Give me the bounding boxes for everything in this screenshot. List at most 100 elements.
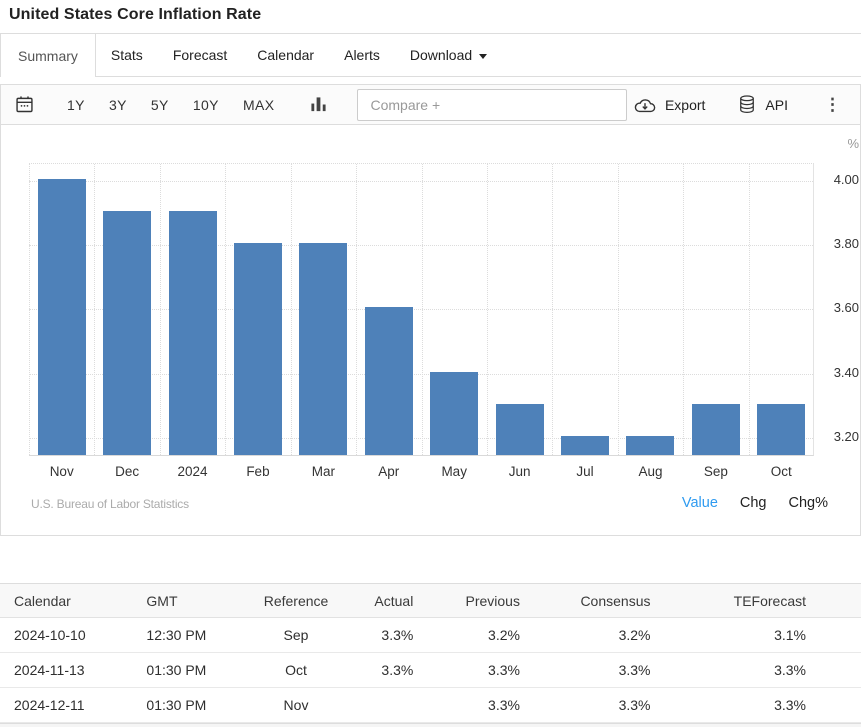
range-button-1y[interactable]: 1Y: [67, 97, 85, 113]
range-button-max[interactable]: MAX: [243, 97, 275, 113]
table-cell: 3.3%: [665, 688, 861, 723]
x-axis-label: Oct: [749, 464, 814, 480]
calendar-table-body: 2024-10-1012:30 PMSep3.3%3.2%3.2%3.1%202…: [0, 618, 861, 723]
calendar-header-row: CalendarGMTReferenceActualPreviousConsen…: [0, 584, 861, 618]
header-cell-teforecast: TEForecast: [665, 584, 861, 618]
next-section-band: [0, 723, 861, 727]
header-cell-calendar: Calendar: [0, 584, 131, 618]
bar-dec[interactable]: [103, 211, 151, 455]
header-cell-actual: Actual: [346, 584, 429, 618]
y-axis-tick-label: 3.20: [819, 429, 859, 445]
calendar-table: CalendarGMTReferenceActualPreviousConsen…: [0, 583, 861, 723]
table-cell: 3.2%: [535, 618, 666, 653]
tab-label: Alerts: [344, 47, 380, 63]
chart-region: % U.S. Bureau of Labor Statistics Value C…: [1, 125, 860, 535]
range-button-5y[interactable]: 5Y: [151, 97, 169, 113]
x-axis-label: 2024: [160, 464, 225, 480]
header-cell-previous: Previous: [428, 584, 535, 618]
table-cell: 3.3%: [665, 653, 861, 688]
tab-label: Calendar: [257, 47, 314, 63]
bar-jul[interactable]: [561, 436, 609, 455]
series-link-chgpct[interactable]: Chg%: [789, 495, 829, 511]
export-label: Export: [665, 97, 705, 113]
tab-download[interactable]: Download: [395, 34, 502, 76]
range-button-3y[interactable]: 3Y: [109, 97, 127, 113]
table-cell: 2024-11-13: [0, 653, 131, 688]
plot-area: [29, 163, 814, 456]
bar-apr[interactable]: [365, 307, 413, 455]
table-cell: 12:30 PM: [131, 618, 246, 653]
table-cell: Sep: [246, 618, 345, 653]
table-cell: 01:30 PM: [131, 688, 246, 723]
table-cell: 3.2%: [428, 618, 535, 653]
page-title: United States Core Inflation Rate: [9, 6, 852, 24]
series-link-chg[interactable]: Chg: [740, 495, 767, 511]
compare-input[interactable]: [357, 89, 627, 121]
x-axis-label: Dec: [94, 464, 159, 480]
tab-alerts[interactable]: Alerts: [329, 34, 395, 76]
bar-feb[interactable]: [234, 243, 282, 455]
export-button[interactable]: Export: [633, 95, 705, 115]
header-cell-reference: Reference: [246, 584, 345, 618]
x-axis-label: Jun: [487, 464, 552, 480]
table-cell: 3.3%: [428, 653, 535, 688]
range-button-10y[interactable]: 10Y: [193, 97, 219, 113]
x-axis-label: Nov: [29, 464, 94, 480]
tab-calendar[interactable]: Calendar: [242, 34, 329, 76]
caret-down-icon: [479, 54, 487, 59]
table-cell: 3.3%: [346, 618, 429, 653]
export-cloud-icon: [633, 95, 657, 115]
table-cell: 3.3%: [535, 653, 666, 688]
bar-may[interactable]: [430, 372, 478, 455]
tab-stats[interactable]: Stats: [96, 34, 158, 76]
table-cell: Oct: [246, 653, 345, 688]
bar-mar[interactable]: [299, 243, 347, 455]
bar-aug[interactable]: [626, 436, 674, 455]
range-buttons: 1Y 3Y 5Y 10Y MAX: [67, 97, 274, 113]
header-cell-consensus: Consensus: [535, 584, 666, 618]
y-axis-tick-label: 3.80: [819, 236, 859, 252]
series-link-value[interactable]: Value: [682, 495, 718, 511]
tab-label: Summary: [18, 48, 78, 64]
table-cell: [346, 688, 429, 723]
calendar-table-head: CalendarGMTReferenceActualPreviousConsen…: [0, 584, 861, 618]
table-cell: Nov: [246, 688, 345, 723]
calendar-icon[interactable]: [14, 94, 35, 115]
tab-label: Download: [410, 47, 472, 63]
api-button[interactable]: API: [737, 94, 788, 116]
table-row[interactable]: 2024-12-1101:30 PMNov3.3%3.3%3.3%: [0, 688, 861, 723]
bar-nov[interactable]: [38, 179, 86, 455]
horizontal-gridline: [29, 181, 813, 182]
table-cell: 3.3%: [346, 653, 429, 688]
table-cell: 3.3%: [535, 688, 666, 723]
bar-sep[interactable]: [692, 404, 740, 455]
header-cell-gmt: GMT: [131, 584, 246, 618]
x-axis-label: May: [422, 464, 487, 480]
tab-forecast[interactable]: Forecast: [158, 34, 242, 76]
tab-bar: Summary Stats Forecast Calendar Alerts Downlo…: [0, 33, 861, 77]
x-axis-label: Aug: [618, 464, 683, 480]
chart-panel: 1Y 3Y 5Y 10Y MAX Export: [0, 84, 861, 536]
bar-jun[interactable]: [496, 404, 544, 455]
table-cell: 2024-12-11: [0, 688, 131, 723]
bar-oct[interactable]: [757, 404, 805, 455]
bar-2024[interactable]: [169, 211, 217, 455]
table-row[interactable]: 2024-10-1012:30 PMSep3.3%3.2%3.2%3.1%: [0, 618, 861, 653]
bar-chart-icon[interactable]: [310, 96, 327, 113]
x-axis-label: Feb: [225, 464, 290, 480]
chart-source-label: U.S. Bureau of Labor Statistics: [31, 497, 189, 511]
database-icon: [737, 94, 757, 116]
x-axis-label: Sep: [683, 464, 748, 480]
series-links: Value Chg Chg%: [682, 495, 828, 511]
tab-label: Stats: [111, 47, 143, 63]
y-axis-unit-label: %: [819, 136, 859, 151]
kebab-menu-icon[interactable]: ⋮: [824, 96, 841, 113]
tab-label: Forecast: [173, 47, 227, 63]
x-axis-label: Mar: [291, 464, 356, 480]
table-cell: 3.3%: [428, 688, 535, 723]
table-cell: 3.1%: [665, 618, 861, 653]
tab-summary[interactable]: Summary: [0, 34, 96, 77]
table-row[interactable]: 2024-11-1301:30 PMOct3.3%3.3%3.3%3.3%: [0, 653, 861, 688]
page-header: United States Core Inflation Rate: [0, 0, 861, 33]
y-axis-tick-label: 3.40: [819, 365, 859, 381]
